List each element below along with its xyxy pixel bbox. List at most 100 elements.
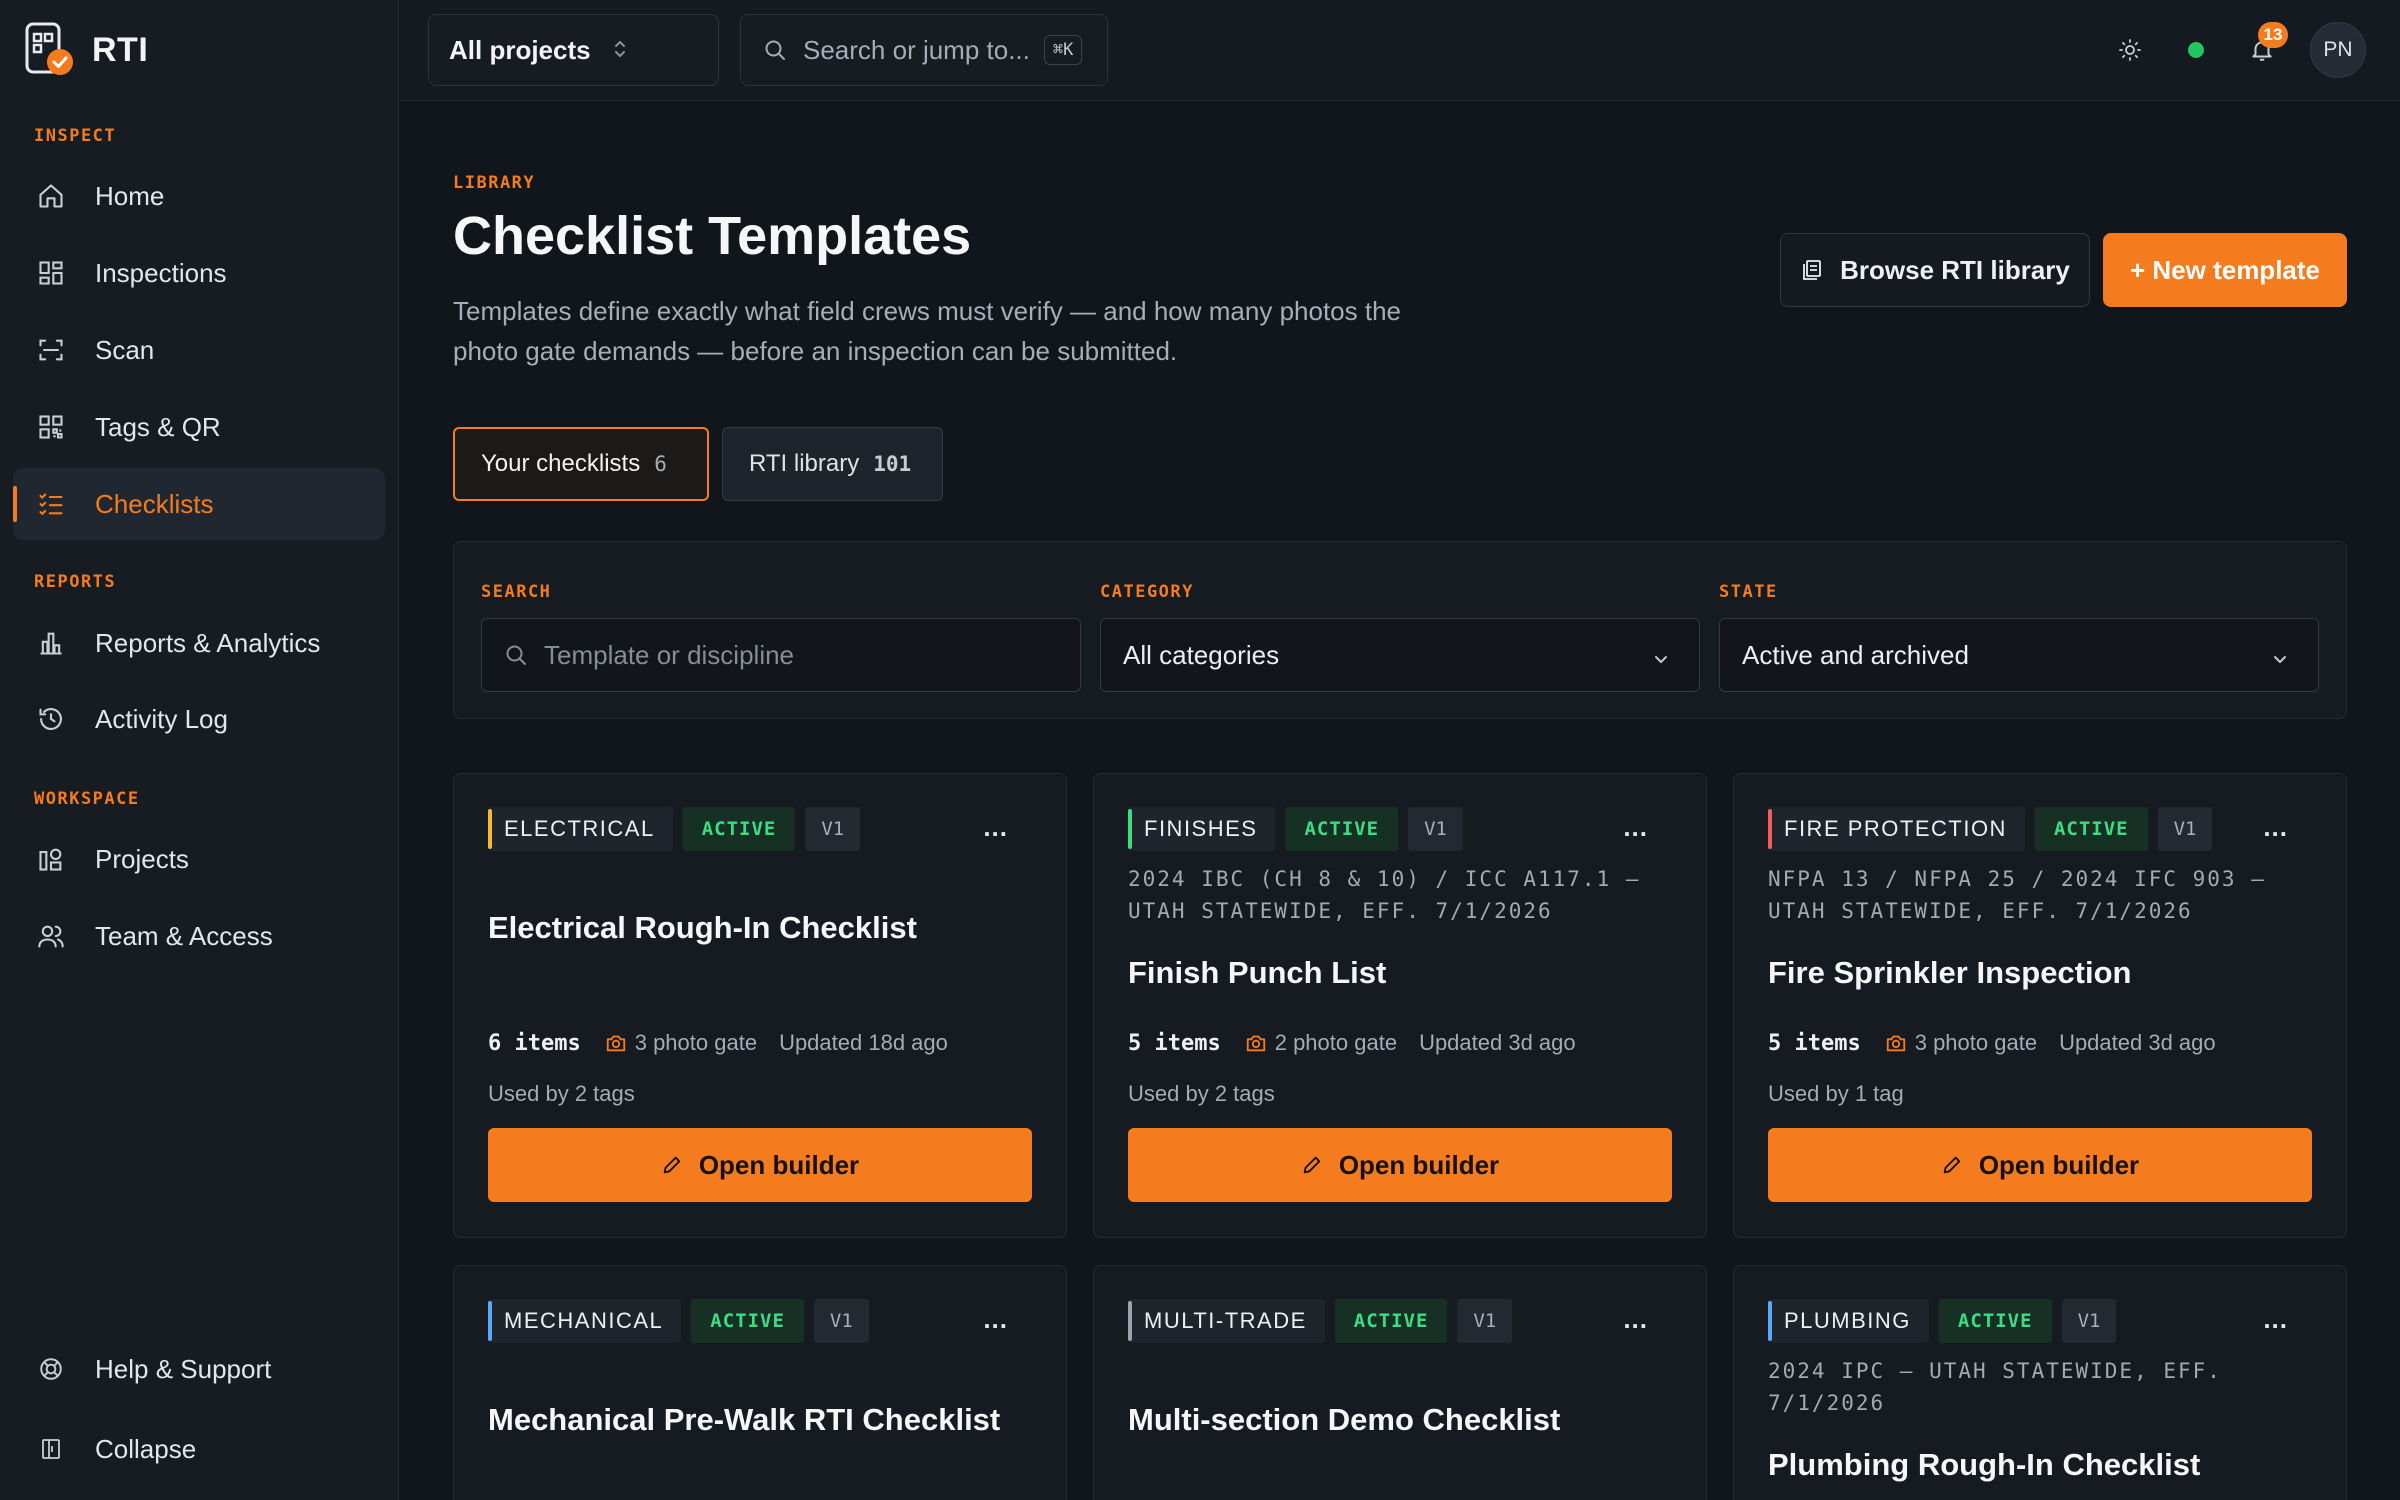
sidebar-item-inspections[interactable]: Inspections — [13, 237, 385, 309]
card-badges: MULTI-TRADE ACTIVE V1 — [1128, 1299, 1513, 1343]
sidebar-item-collapse[interactable]: Collapse — [13, 1419, 385, 1479]
sidebar-item-label: Inspections — [95, 257, 227, 288]
open-builder-button[interactable]: Open builder — [488, 1128, 1032, 1202]
tab-label: Your checklists — [481, 450, 641, 477]
sidebar-item-label: Projects — [95, 843, 189, 874]
category-select[interactable]: All categories — [1100, 618, 1700, 692]
card-badges: FIRE PROTECTION ACTIVE V1 — [1768, 807, 2213, 851]
notification-badge: 13 — [2258, 22, 2288, 48]
tab-label: RTI library — [749, 450, 860, 477]
template-card: MECHANICAL ACTIVE V1 ... Mechanical Pre-… — [453, 1265, 1067, 1500]
browse-library-label: Browse RTI library — [1840, 254, 2070, 285]
photo-gate: 3 photo gate — [1914, 1030, 2038, 1055]
library-icon — [1800, 258, 1824, 282]
item-count: 5 items — [1128, 1030, 1221, 1056]
sidebar-item-scan[interactable]: Scan — [13, 314, 385, 386]
tab-your-checklists[interactable]: Your checklists 6 — [453, 427, 709, 501]
version-badge: V1 — [2061, 1299, 2117, 1343]
card-menu-button[interactable]: ... — [2263, 812, 2288, 843]
section-label-reports: REPORTS — [34, 572, 117, 592]
top-bar: All projects Search or jump to... ⌘K 13 … — [400, 0, 2400, 101]
tab-rti-library[interactable]: RTI library 101 — [722, 427, 943, 501]
search-shortcut: ⌘K — [1043, 35, 1083, 65]
pencil-icon — [1301, 1154, 1323, 1176]
scan-icon — [35, 334, 67, 366]
avatar[interactable]: PN — [2310, 22, 2366, 78]
item-count: 6 items — [488, 1030, 581, 1056]
card-menu-button[interactable]: ... — [1623, 812, 1648, 843]
card-title: Fire Sprinkler Inspection — [1768, 955, 2132, 990]
card-title: Plumbing Rough-In Checklist — [1768, 1447, 2201, 1482]
card-menu-button[interactable]: ... — [1623, 1304, 1648, 1335]
status-badge: ACTIVE — [1938, 1299, 2052, 1343]
users-icon — [35, 920, 67, 952]
brand-name: RTI — [92, 30, 149, 69]
browse-library-button[interactable]: Browse RTI library — [1780, 233, 2090, 307]
open-builder-button[interactable]: Open builder — [1128, 1128, 1672, 1202]
category-badge: MECHANICAL — [488, 1299, 682, 1343]
card-title: Electrical Rough-In Checklist — [488, 910, 917, 945]
project-select[interactable]: All projects — [428, 14, 719, 86]
global-search[interactable]: Search or jump to... ⌘K — [740, 14, 1108, 86]
open-builder-label: Open builder — [1338, 1149, 1500, 1180]
card-menu-button[interactable]: ... — [2263, 1304, 2288, 1335]
page-description: Templates define exactly what field crew… — [453, 296, 1401, 366]
state-select[interactable]: Active and archived — [1719, 618, 2319, 692]
category-badge: ELECTRICAL — [488, 807, 673, 851]
card-menu-button[interactable]: ... — [983, 1304, 1008, 1335]
qr-icon — [35, 411, 67, 443]
page-eyebrow: LIBRARY — [453, 173, 536, 193]
category-filter-label: CATEGORY — [1100, 582, 1194, 602]
card-badges: ELECTRICAL ACTIVE V1 — [488, 807, 861, 851]
card-menu-button[interactable]: ... — [983, 812, 1008, 843]
camera-icon — [605, 1032, 627, 1054]
sidebar-item-team-access[interactable]: Team & Access — [13, 900, 385, 972]
sidebar-item-activity-log[interactable]: Activity Log — [13, 683, 385, 755]
bar-chart-icon — [35, 627, 67, 659]
sidebar-item-reports-analytics[interactable]: Reports & Analytics — [13, 607, 385, 679]
tab-count: 6 — [654, 452, 667, 476]
search-icon — [504, 643, 528, 667]
status-badge: ACTIVE — [691, 1299, 804, 1343]
sidebar-item-tags-qr[interactable]: Tags & QR — [13, 391, 385, 463]
open-builder-button[interactable]: Open builder — [1768, 1128, 2312, 1202]
sidebar-item-label: Activity Log — [95, 703, 228, 734]
status-badge: ACTIVE — [682, 807, 796, 851]
card-title: Multi-section Demo Checklist — [1128, 1402, 1561, 1437]
template-search-placeholder: Template or discipline — [544, 639, 795, 670]
pencil-icon — [1941, 1154, 1963, 1176]
item-count: 5 items — [1768, 1030, 1861, 1056]
status-badge: ACTIVE — [2034, 807, 2148, 851]
used-by: Used by 2 tags — [1128, 1081, 1275, 1106]
chevron-down-icon — [1651, 645, 1671, 676]
projects-icon — [35, 843, 67, 875]
sidebar-item-home[interactable]: Home — [13, 160, 385, 232]
theme-toggle[interactable] — [2102, 22, 2158, 78]
project-select-value: All projects — [449, 34, 591, 65]
sidebar-item-projects[interactable]: Projects — [13, 823, 385, 895]
new-template-button[interactable]: + New template — [2103, 233, 2347, 307]
updated-time: Updated 18d ago — [779, 1030, 948, 1055]
category-badge: FIRE PROTECTION — [1768, 807, 2025, 851]
lifebuoy-icon — [35, 1353, 67, 1385]
sidebar-item-label: Scan — [95, 334, 155, 365]
sidebar-item-checklists[interactable]: Checklists — [13, 468, 385, 540]
state-select-value: Active and archived — [1742, 639, 1969, 670]
state-filter-label: STATE — [1719, 582, 1778, 602]
sidebar-item-label: Team & Access — [95, 920, 273, 951]
code-reference: 2024 IPC — UTAH STATEWIDE, EFF. 7/1/2026 — [1768, 1359, 2222, 1415]
brand[interactable]: RTI — [24, 22, 148, 78]
sun-icon — [2118, 38, 2142, 62]
connection-status — [2168, 22, 2224, 78]
photo-gate: 2 photo gate — [1274, 1030, 1398, 1055]
used-by: Used by 1 tag — [1768, 1081, 1904, 1106]
card-meta: 6 items 3 photo gate Updated 18d ago — [488, 1030, 948, 1056]
template-card: ELECTRICAL ACTIVE V1 ... Electrical Roug… — [453, 773, 1067, 1238]
page-title: Checklist Templates — [453, 206, 972, 266]
filter-panel: SEARCH Template or discipline CATEGORY A… — [453, 541, 2347, 719]
template-search-input[interactable]: Template or discipline — [481, 618, 1081, 692]
sidebar-item-help-support[interactable]: Help & Support — [13, 1339, 385, 1399]
pencil-icon — [661, 1154, 683, 1176]
notifications-button[interactable]: 13 — [2234, 22, 2290, 78]
sidebar-item-label: Help & Support — [95, 1353, 272, 1384]
